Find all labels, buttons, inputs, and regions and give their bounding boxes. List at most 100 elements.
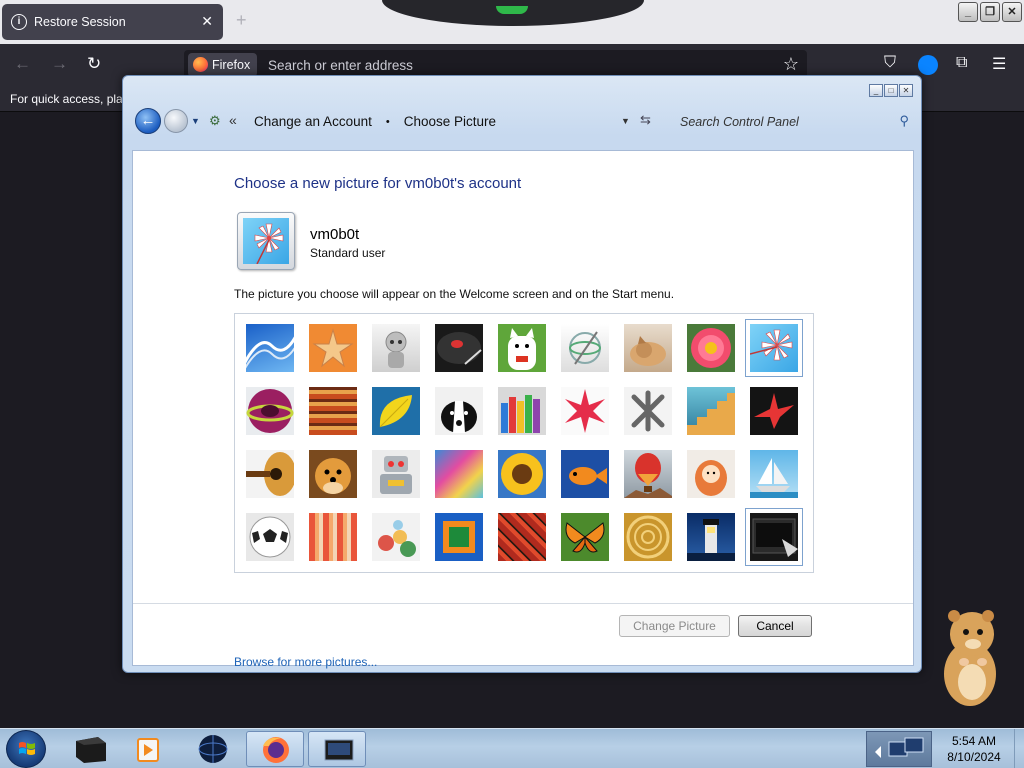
close-window-button[interactable]: ✕ [1002,2,1022,22]
picture-stripes[interactable] [309,513,357,561]
identity-chip[interactable]: Firefox [188,53,258,77]
picture-dog[interactable] [435,387,483,435]
notification-area[interactable] [866,731,932,767]
firefox-logo-icon [193,57,208,72]
tab-title: Restore Session [34,15,126,29]
taskbar: 5:54 AM 8/10/2024 [0,728,1024,768]
dialog-maximize-button[interactable]: □ [884,84,898,97]
picture-marbles[interactable] [372,513,420,561]
picture-puppy[interactable] [309,450,357,498]
picture-lighthouse[interactable] [687,513,735,561]
taskbar-app-control-panel[interactable] [308,731,366,767]
back-arrow-icon[interactable]: ← [14,54,31,74]
extensions-icon[interactable]: ⧉ [956,54,967,72]
dialog-content: Choose a new picture for vm0b0t's accoun… [132,150,914,669]
picture-lucky-cat[interactable] [498,324,546,372]
browser-tab-bar: i Restore Session ✕ + _ ❐ ✕ [0,0,1024,44]
close-tab-icon[interactable]: ✕ [201,13,213,30]
picture-crayons[interactable] [498,387,546,435]
cancel-button[interactable]: Cancel [738,615,812,637]
picture-soccer-ball[interactable] [246,513,294,561]
breadcrumb-choose-picture[interactable]: Choose Picture [404,114,496,129]
picture-daisy[interactable] [687,324,735,372]
picture-roller-coaster[interactable] [246,324,294,372]
picture-pinwheel-selected[interactable] [745,319,803,377]
picture-butterfly[interactable] [561,513,609,561]
windows-logo-icon [19,742,35,755]
led-indicator [496,6,528,14]
picture-sunflower[interactable] [498,450,546,498]
refresh-icon[interactable]: ⇆ [640,112,651,128]
restore-button[interactable]: ❐ [980,2,1000,22]
search-icon[interactable]: ⚲ [899,113,909,129]
window-caption-buttons: _ ❐ ✕ [958,2,1022,22]
pinwheel-image [243,218,289,264]
minimize-button[interactable]: _ [958,2,978,22]
picture-origami-crane[interactable] [750,387,798,435]
account-type: Standard user [310,246,386,260]
pocket-icon[interactable]: ⛉ [884,54,896,72]
system-clock[interactable]: 5:54 AM 8/10/2024 [934,733,1014,765]
picture-kitten[interactable] [624,324,672,372]
address-dropdown-icon[interactable]: ▼ [621,116,630,126]
browse-more-pictures-link[interactable]: Browse for more pictures... [234,655,377,669]
back-button[interactable]: ← [135,108,161,134]
dialog-close-button[interactable]: ✕ [899,84,913,97]
picture-turntable[interactable] [435,324,483,372]
device-bezel-decoration [382,0,644,26]
picture-textile[interactable] [498,513,546,561]
picture-woven-chair[interactable] [624,513,672,561]
picture-gyroscope[interactable] [561,324,609,372]
account-icon[interactable] [918,55,938,75]
explorer-navigation-bar: ← ▼ ⚙ « Change an Account • Choose Pictu… [133,104,913,144]
search-control-panel-input[interactable]: Search Control Panel ⚲ [670,107,913,137]
clock-time: 5:54 AM [951,734,997,748]
tab-restore-session[interactable]: i Restore Session ✕ [2,4,223,40]
info-icon: i [11,14,27,30]
picture-leaf[interactable] [372,387,420,435]
picture-hot-air-balloon[interactable] [624,450,672,498]
picture-grid [234,313,814,573]
breadcrumb-overflow-button[interactable]: « [229,112,237,128]
forward-button[interactable] [164,109,188,133]
breadcrumb-change-account[interactable]: Change an Account [254,114,372,129]
picture-paper-star[interactable] [561,387,609,435]
choose-picture-window: _ □ ✕ ← ▼ ⚙ « Change an Account • Choose… [122,75,922,673]
picture-stairs[interactable] [687,387,735,435]
picture-robot-toy[interactable] [372,324,420,372]
change-picture-button[interactable]: Change Picture [619,615,730,637]
picture-description: The picture you choose will appear on th… [234,287,675,301]
picture-tin-robot[interactable] [372,450,420,498]
start-button[interactable] [6,730,46,768]
new-tab-button[interactable]: + [236,10,247,31]
picture-doll[interactable] [687,450,735,498]
identity-chip-label: Firefox [212,58,251,72]
picture-fish[interactable] [561,450,609,498]
current-account-picture [237,212,295,270]
picture-silk[interactable] [435,450,483,498]
bookmark-star-icon[interactable]: ☆ [783,54,799,75]
picture-sailboat[interactable] [750,450,798,498]
show-desktop-button[interactable] [1014,729,1024,768]
picture-frame[interactable] [435,513,483,561]
search-placeholder: Search Control Panel [680,115,799,129]
forward-arrow-icon[interactable]: → [51,54,68,74]
picture-jacks[interactable] [624,387,672,435]
dialog-caption-buttons: _ □ ✕ [869,84,913,97]
picture-custom-dark[interactable] [745,508,803,566]
taskbar-app-globe[interactable] [184,731,242,767]
picture-starfish[interactable] [309,324,357,372]
taskbar-app-terminal[interactable] [62,731,120,767]
picture-guitar[interactable] [246,450,294,498]
account-name: vm0b0t [310,226,360,243]
picture-fabric[interactable] [309,387,357,435]
menu-icon[interactable]: ☰ [992,54,1006,74]
dialog-minimize-button[interactable]: _ [869,84,883,97]
recent-pages-dropdown-icon[interactable]: ▼ [191,116,200,126]
taskbar-app-media-player[interactable] [120,731,178,767]
page-title: Choose a new picture for vm0b0t's accoun… [234,175,522,192]
dialog-divider [133,603,913,604]
picture-ball[interactable] [246,387,294,435]
taskbar-app-firefox[interactable] [246,731,304,767]
reload-icon[interactable]: ↻ [87,54,101,74]
